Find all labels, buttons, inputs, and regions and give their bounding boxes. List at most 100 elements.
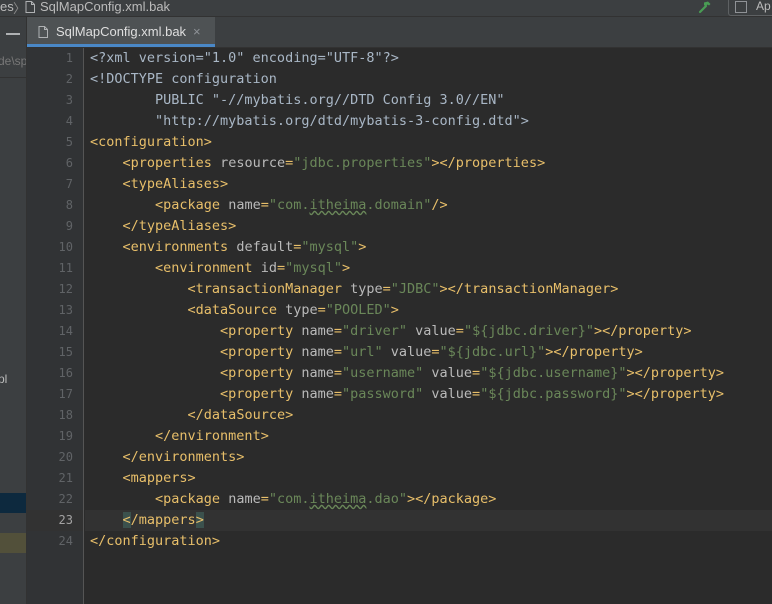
code-token: <mappers> xyxy=(122,470,196,486)
code-editor[interactable]: <?xml version="1.0" encoding="UTF-8"?> <!… xyxy=(85,48,772,604)
line-number[interactable]: 13 xyxy=(33,303,73,317)
code-line[interactable]: <mappers> xyxy=(90,468,196,489)
code-line[interactable]: <properties resource="jdbc.properties"><… xyxy=(90,153,546,174)
line-number[interactable]: 20 xyxy=(33,450,73,464)
line-number-gutter[interactable]: 1 2 3 4 5 6 7 8 9 10 11 12 13 14 15 16 17 18 19 20 21 22 23 24 xyxy=(27,48,84,604)
code-token: "url" xyxy=(341,344,383,360)
code-line[interactable]: </mappers> xyxy=(90,510,204,531)
line-number[interactable]: 14 xyxy=(33,324,73,338)
code-line[interactable]: <transactionManager type="JDBC"></transa… xyxy=(90,279,619,300)
code-token: <property xyxy=(220,344,302,360)
code-line[interactable]: <property name="password" value="${jdbc.… xyxy=(90,384,724,405)
code-line[interactable]: <typeAliases> xyxy=(90,174,229,195)
code-token: </typeAliases> xyxy=(122,218,237,234)
code-token: <property xyxy=(220,365,302,381)
code-line[interactable]: </environments> xyxy=(90,447,245,468)
code-line[interactable]: <?xml version="1.0" encoding="UTF-8"?> xyxy=(90,48,399,69)
code-token: = xyxy=(333,323,342,339)
close-icon[interactable]: × xyxy=(193,24,201,39)
editor-tab-sqlmapconfig[interactable]: SqlMapConfig.xml.bak × xyxy=(27,17,215,47)
code-line[interactable]: <property name="username" value="${jdbc.… xyxy=(90,363,724,384)
code-line[interactable]: <environment id="mysql"> xyxy=(90,258,350,279)
code-line[interactable]: <package name="com.itheima.domain"/> xyxy=(90,195,448,216)
line-number[interactable]: 1 xyxy=(33,51,73,65)
code-token: value xyxy=(390,344,432,360)
code-token: default xyxy=(236,239,294,255)
code-line[interactable]: <property name="url" value="${jdbc.url}"… xyxy=(90,342,643,363)
code-token: type xyxy=(285,302,318,318)
code-token: = xyxy=(317,302,326,318)
code-line[interactable]: PUBLIC "-//mybatis.org//DTD Config 3.0//… xyxy=(90,90,505,111)
line-number[interactable]: 9 xyxy=(33,219,73,233)
code-line[interactable]: <property name="driver" value="${jdbc.dr… xyxy=(90,321,691,342)
code-token: <package xyxy=(155,197,229,213)
code-token: = xyxy=(472,386,481,402)
line-number[interactable]: 24 xyxy=(33,534,73,548)
line-number[interactable]: 11 xyxy=(33,261,73,275)
project-tree-item-fragment[interactable]: pl xyxy=(0,372,7,386)
line-number[interactable]: 7 xyxy=(33,177,73,191)
code-line[interactable]: </configuration> xyxy=(90,531,220,552)
line-number[interactable]: 12 xyxy=(33,282,73,296)
run-configuration-selector[interactable]: Ap xyxy=(728,0,772,16)
line-number[interactable]: 4 xyxy=(33,114,73,128)
code-token: ></transactionManager> xyxy=(439,281,619,297)
code-token: "com. xyxy=(268,197,310,213)
project-tree-selected-row[interactable] xyxy=(0,493,26,513)
line-number[interactable]: 8 xyxy=(33,198,73,212)
line-number[interactable]: 16 xyxy=(33,366,73,380)
code-token: "${jdbc.driver}" xyxy=(463,323,594,339)
line-number[interactable]: 5 xyxy=(33,135,73,149)
code-token: "driver" xyxy=(341,323,408,339)
code-line[interactable]: <package name="com.itheima.dao"></packag… xyxy=(90,489,496,510)
line-number[interactable]: 15 xyxy=(33,345,73,359)
code-token: </environments> xyxy=(122,449,245,465)
line-number[interactable]: 6 xyxy=(33,156,73,170)
panel-divider xyxy=(0,77,26,78)
code-token: "POOLED" xyxy=(325,302,391,318)
code-line[interactable]: <configuration> xyxy=(90,132,212,153)
code-line[interactable]: </environment> xyxy=(90,426,269,447)
code-line[interactable]: <!DOCTYPE configuration xyxy=(90,69,277,90)
file-icon xyxy=(38,26,48,38)
minimize-icon[interactable] xyxy=(6,33,20,35)
code-token: .dao" xyxy=(366,491,408,507)
line-number[interactable]: 2 xyxy=(33,72,73,86)
code-token: resource xyxy=(220,155,286,171)
breadcrumb-folder[interactable]: es xyxy=(0,0,14,14)
breadcrumb-file[interactable]: SqlMapConfig.xml.bak xyxy=(40,0,170,14)
code-token: = xyxy=(333,344,342,360)
code-line[interactable]: </dataSource> xyxy=(90,405,294,426)
project-tree-highlighted-row[interactable] xyxy=(0,533,26,553)
line-number[interactable]: 22 xyxy=(33,492,73,506)
code-token: <!DOCTYPE configuration xyxy=(90,71,277,87)
code-line[interactable]: </typeAliases> xyxy=(90,216,237,237)
line-number[interactable]: 10 xyxy=(33,240,73,254)
line-number[interactable]: 17 xyxy=(33,387,73,401)
code-token: name xyxy=(301,344,334,360)
line-number[interactable]: 3 xyxy=(33,93,73,107)
code-token: itheima xyxy=(309,491,367,507)
code-token: ></property> xyxy=(545,344,643,360)
line-number[interactable]: 21 xyxy=(33,471,73,485)
code-token: .domain" xyxy=(366,197,432,213)
code-token: <?xml version="1.0" encoding="UTF-8"?> xyxy=(90,50,399,66)
line-number[interactable]: 19 xyxy=(33,429,73,443)
code-token: "username" xyxy=(341,365,424,381)
code-token: "mysql" xyxy=(301,239,359,255)
code-line[interactable]: <dataSource type="POOLED"> xyxy=(90,300,399,321)
line-number[interactable]: 18 xyxy=(33,408,73,422)
code-line[interactable]: "http://mybatis.org/dtd/mybatis-3-config… xyxy=(90,111,529,132)
line-number[interactable]: 23 xyxy=(33,513,73,527)
build-hammer-icon[interactable] xyxy=(698,0,712,14)
code-token: = xyxy=(333,386,342,402)
code-line[interactable]: <environments default="mysql"> xyxy=(90,237,367,258)
project-tool-window: de\sp pl xyxy=(0,17,27,604)
